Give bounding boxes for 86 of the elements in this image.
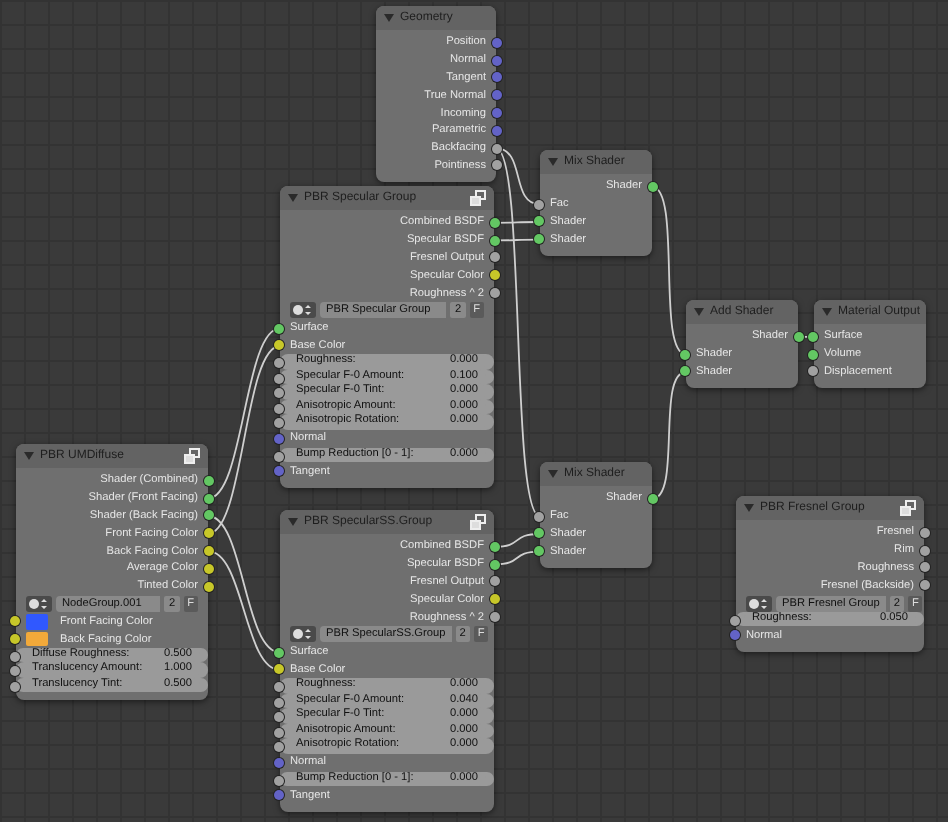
input-socket[interactable]	[534, 528, 544, 539]
collapse-triangle-icon[interactable]	[694, 308, 704, 316]
input-socket[interactable]	[274, 697, 284, 708]
output-socket[interactable]	[920, 580, 930, 591]
input-socket[interactable]	[274, 388, 284, 399]
input-socket[interactable]	[274, 727, 284, 738]
input-socket[interactable]	[274, 647, 284, 658]
input-socket[interactable]	[274, 373, 284, 384]
output-socket[interactable]	[204, 528, 214, 539]
color-swatch[interactable]	[26, 614, 48, 630]
output-socket[interactable]	[794, 331, 804, 342]
input-socket[interactable]	[274, 742, 284, 753]
input-socket[interactable]	[274, 682, 284, 693]
output-socket[interactable]	[492, 143, 502, 154]
collapse-triangle-icon[interactable]	[822, 308, 832, 316]
input-socket[interactable]	[680, 349, 690, 360]
output-socket[interactable]	[490, 252, 500, 263]
output-socket[interactable]	[490, 612, 500, 623]
input-socket[interactable]	[534, 546, 544, 557]
output-socket[interactable]	[920, 562, 930, 573]
output-socket[interactable]	[490, 594, 500, 605]
input-socket[interactable]	[274, 757, 284, 768]
input-socket[interactable]	[10, 666, 20, 677]
node-group-icon[interactable]	[900, 500, 916, 516]
node-group-icon[interactable]	[470, 190, 486, 206]
input-socket[interactable]	[534, 216, 544, 227]
input-socket[interactable]	[274, 358, 284, 369]
output-socket[interactable]	[920, 545, 930, 556]
collapse-triangle-icon[interactable]	[288, 194, 298, 202]
output-socket[interactable]	[204, 493, 214, 504]
output-socket[interactable]	[490, 235, 500, 246]
output-socket[interactable]	[204, 563, 214, 574]
output-socket[interactable]	[920, 527, 930, 538]
input-socket[interactable]	[274, 790, 284, 801]
input-socket[interactable]	[274, 340, 284, 351]
node-tree-browse-icon[interactable]	[290, 626, 316, 643]
output-socket[interactable]	[204, 581, 214, 592]
collapse-triangle-icon[interactable]	[548, 158, 558, 166]
input-socket[interactable]	[808, 366, 818, 377]
input-socket[interactable]	[274, 403, 284, 414]
input-socket[interactable]	[274, 433, 284, 444]
output-socket[interactable]	[648, 493, 658, 504]
node-tree-browse-icon[interactable]	[290, 302, 316, 319]
input-socket[interactable]	[10, 681, 20, 692]
input-socket[interactable]	[808, 331, 818, 342]
input-socket[interactable]	[274, 466, 284, 477]
input-socket[interactable]	[534, 199, 544, 210]
output-socket[interactable]	[204, 475, 214, 486]
input-socket[interactable]	[274, 418, 284, 429]
node-panel[interactable]	[280, 186, 494, 488]
node-panel[interactable]	[16, 444, 208, 701]
output-socket[interactable]	[492, 160, 502, 171]
input-socket[interactable]	[680, 366, 690, 377]
input-socket[interactable]	[534, 234, 544, 245]
input-socket[interactable]	[808, 349, 818, 360]
node-panel[interactable]	[280, 510, 494, 812]
input-socket[interactable]	[274, 664, 284, 675]
output-socket[interactable]	[204, 546, 214, 557]
node-tree-browse-icon[interactable]	[746, 595, 772, 612]
output-socket[interactable]	[490, 576, 500, 587]
collapse-triangle-icon[interactable]	[384, 14, 394, 22]
output-socket[interactable]	[648, 181, 658, 192]
output-socket[interactable]	[204, 510, 214, 521]
output-socket[interactable]	[490, 270, 500, 281]
output-socket[interactable]	[490, 217, 500, 228]
input-socket[interactable]	[10, 651, 20, 662]
input-socket[interactable]	[274, 451, 284, 462]
output-socket[interactable]	[490, 288, 500, 299]
input-socket[interactable]	[274, 712, 284, 723]
output-socket[interactable]	[490, 541, 500, 552]
collapse-triangle-icon[interactable]	[744, 504, 754, 512]
collapse-triangle-icon[interactable]	[548, 470, 558, 478]
input-socket[interactable]	[10, 616, 20, 627]
node-group-icon[interactable]	[184, 448, 200, 464]
input-socket[interactable]	[534, 511, 544, 522]
input-socket[interactable]	[10, 634, 20, 645]
input-socket[interactable]	[730, 615, 740, 626]
collapse-triangle-icon[interactable]	[288, 518, 298, 526]
input-socket[interactable]	[274, 775, 284, 786]
color-swatch[interactable]	[26, 631, 48, 647]
input-socket[interactable]	[730, 630, 740, 641]
node-group-icon[interactable]	[470, 514, 486, 530]
collapse-triangle-icon[interactable]	[24, 452, 34, 460]
node-tree-browse-icon[interactable]	[26, 595, 52, 612]
input-socket[interactable]	[274, 323, 284, 334]
output-socket[interactable]	[490, 559, 500, 570]
